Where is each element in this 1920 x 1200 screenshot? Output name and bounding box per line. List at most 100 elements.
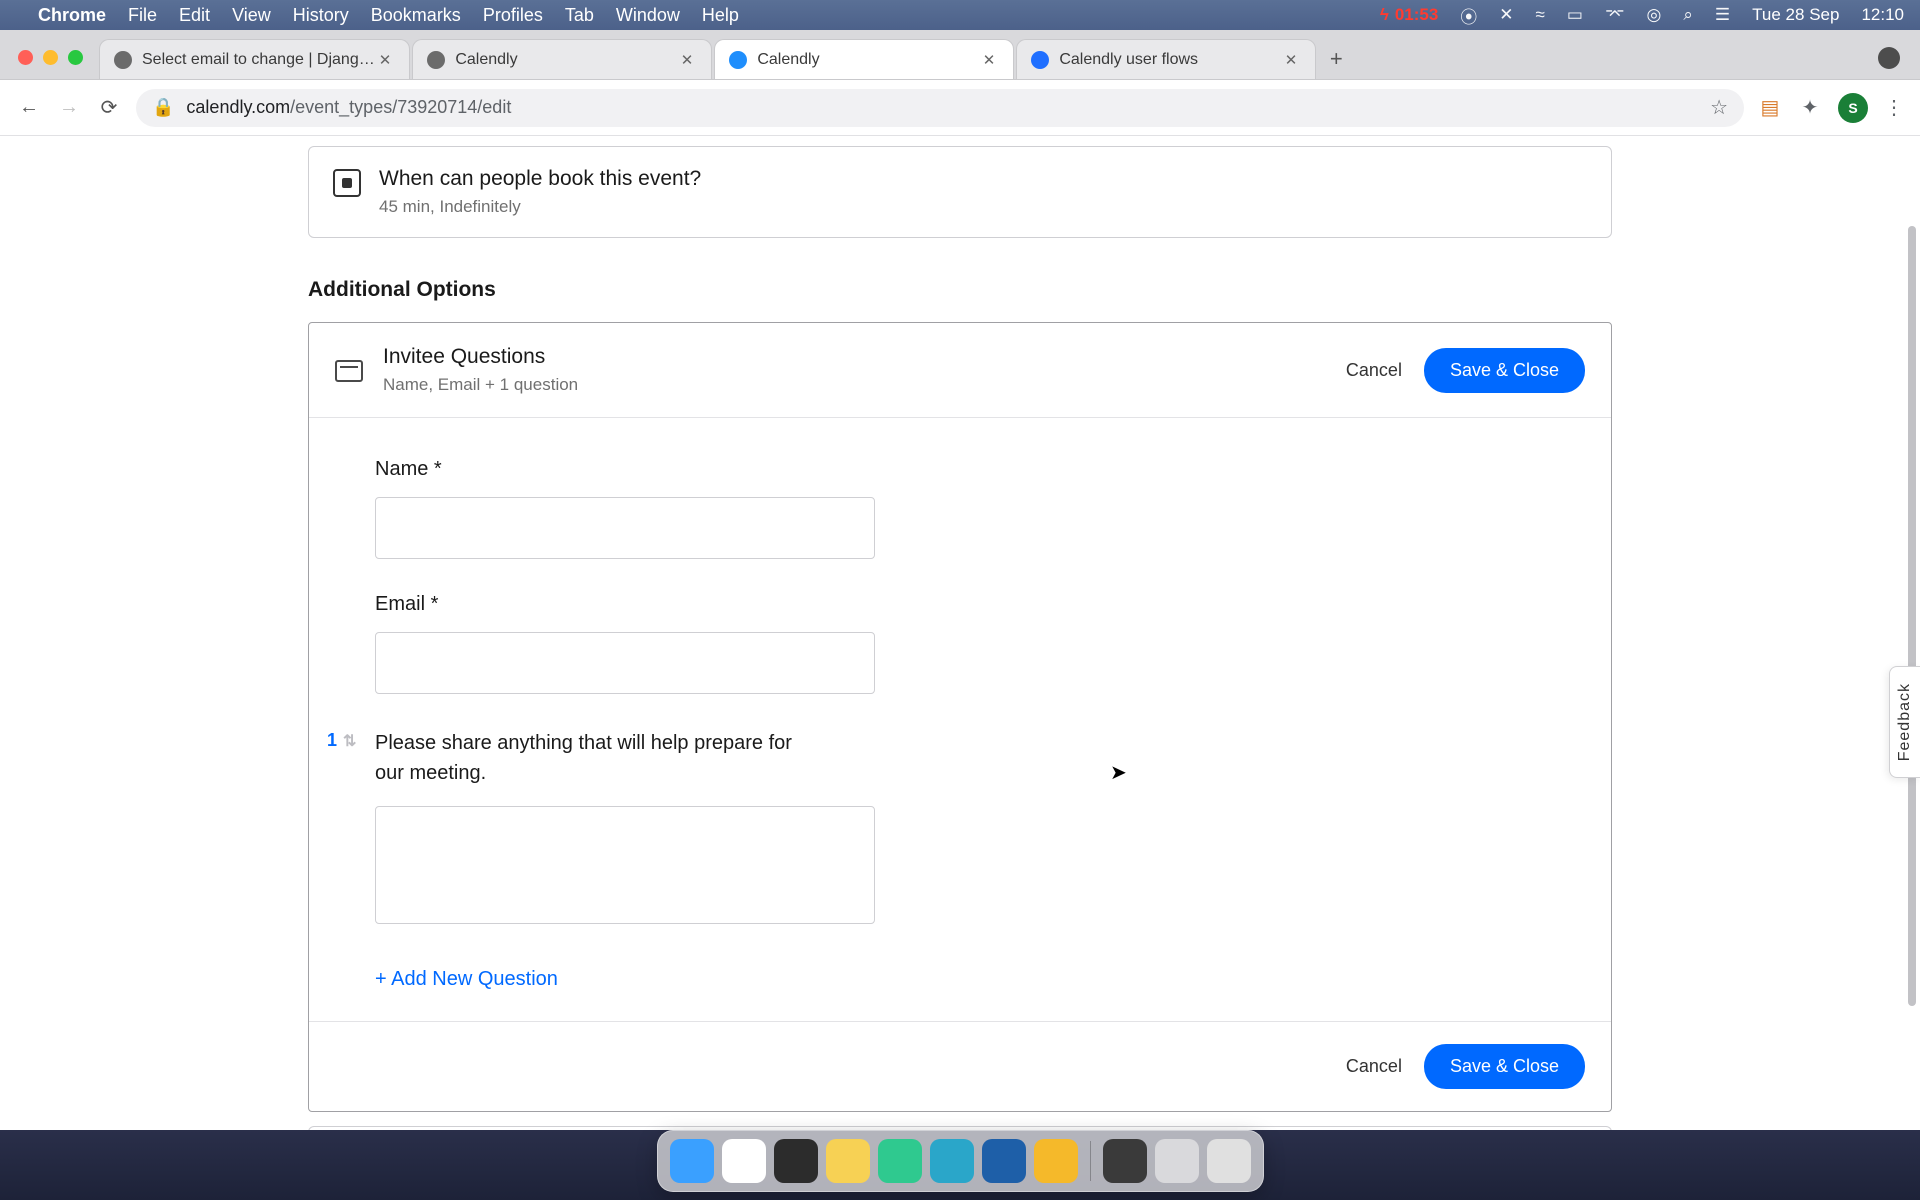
- invitee-questions-header: Invitee Questions Name, Email + 1 questi…: [309, 323, 1611, 418]
- feedback-tab[interactable]: Feedback: [1889, 666, 1920, 778]
- name-input[interactable]: [375, 497, 875, 559]
- page-scrollbar[interactable]: [1908, 226, 1916, 1006]
- menu-profiles[interactable]: Profiles: [483, 5, 543, 26]
- mouse-cursor-icon: ➤: [1110, 760, 1127, 785]
- url-path: /event_types/73920714/edit: [290, 97, 511, 118]
- tab-close-button[interactable]: ✕: [1281, 47, 1302, 73]
- page-viewport: When can people book this event? 45 min,…: [0, 136, 1920, 1200]
- wifi-icon[interactable]: ⌤: [1605, 5, 1625, 25]
- invitee-questions-subtitle: Name, Email + 1 question: [383, 375, 578, 395]
- dock-app-9[interactable]: [1103, 1139, 1147, 1183]
- profile-avatar[interactable]: S: [1838, 93, 1868, 123]
- tab-close-button[interactable]: ✕: [677, 47, 698, 73]
- menu-window[interactable]: Window: [616, 5, 680, 26]
- email-input[interactable]: [375, 632, 875, 694]
- calendar-dot-icon: [333, 169, 361, 197]
- menubar-date[interactable]: Tue 28 Sep: [1752, 5, 1839, 25]
- extension-icon[interactable]: ▤: [1758, 96, 1782, 120]
- macos-dock: [657, 1130, 1264, 1192]
- page-flows-icon: [1031, 51, 1049, 69]
- window-close-button[interactable]: [18, 50, 33, 65]
- invitee-questions-body: Name * Email * 1 ⇅ Please share anything…: [309, 418, 1611, 1021]
- menu-edit[interactable]: Edit: [179, 5, 210, 26]
- tab-title: Select email to change | Djang…: [142, 51, 375, 69]
- invitee-questions-footer: Cancel Save & Close: [309, 1021, 1611, 1111]
- spotlight-icon[interactable]: ⌕: [1683, 5, 1693, 25]
- dock-app-finder[interactable]: [670, 1139, 714, 1183]
- dock-app-7[interactable]: [982, 1139, 1026, 1183]
- status-icon-2[interactable]: ✕: [1499, 5, 1513, 25]
- macos-menubar: Chrome File Edit View History Bookmarks …: [0, 0, 1920, 30]
- dock-app-8[interactable]: [1034, 1139, 1078, 1183]
- name-label: Name *: [375, 458, 1545, 481]
- tab-close-button[interactable]: ✕: [375, 47, 396, 73]
- menubar-time[interactable]: 12:10: [1861, 5, 1904, 25]
- tab-calendly-active[interactable]: Calendly ✕: [714, 39, 1014, 79]
- control-center-icon[interactable]: ◎: [1647, 5, 1662, 25]
- menu-history[interactable]: History: [293, 5, 349, 26]
- status-icon-3[interactable]: ≈: [1536, 5, 1545, 25]
- globe-icon: [114, 51, 132, 69]
- extensions-menu-icon[interactable]: ✦: [1798, 96, 1822, 120]
- globe-icon: [427, 51, 445, 69]
- save-and-close-button[interactable]: Save & Close: [1424, 348, 1585, 393]
- dock-trash[interactable]: [1207, 1139, 1251, 1183]
- chrome-tabstrip: Select email to change | Djang… ✕ Calend…: [0, 30, 1920, 80]
- menu-tab[interactable]: Tab: [565, 5, 594, 26]
- question-number-handle[interactable]: 1 ⇅: [327, 730, 356, 751]
- question-1-textarea[interactable]: [375, 806, 875, 924]
- dock-app-chrome[interactable]: [722, 1139, 766, 1183]
- email-label: Email *: [375, 593, 1545, 616]
- back-button[interactable]: ←: [16, 96, 42, 119]
- drag-handle-icon[interactable]: ⇅: [343, 731, 356, 751]
- dock-app-terminal[interactable]: [774, 1139, 818, 1183]
- reload-button[interactable]: ⟳: [96, 95, 122, 120]
- window-zoom-button[interactable]: [68, 50, 83, 65]
- menu-file[interactable]: File: [128, 5, 157, 26]
- tab-django-admin[interactable]: Select email to change | Djang… ✕: [99, 39, 410, 79]
- email-field: Email *: [375, 593, 1545, 694]
- battery-status[interactable]: ϟ 01:53: [1380, 5, 1438, 25]
- battery-time: 01:53: [1395, 5, 1438, 25]
- battery-icon[interactable]: ▭: [1567, 5, 1583, 25]
- bookmark-star-icon[interactable]: ☆: [1710, 95, 1728, 120]
- tab-title: Calendly user flows: [1059, 51, 1280, 69]
- lock-icon[interactable]: 🔒: [152, 97, 174, 118]
- battery-charging-icon: ϟ: [1380, 5, 1389, 25]
- menu-view[interactable]: View: [232, 5, 271, 26]
- feedback-label: Feedback: [1896, 683, 1914, 761]
- save-and-close-button-footer[interactable]: Save & Close: [1424, 1044, 1585, 1089]
- tab-calendly-1[interactable]: Calendly ✕: [412, 39, 712, 79]
- app-menu[interactable]: Chrome: [38, 5, 106, 26]
- question-number: 1: [327, 730, 337, 751]
- calendly-icon: [729, 51, 747, 69]
- cancel-button-footer[interactable]: Cancel: [1346, 1056, 1402, 1077]
- chrome-menu-icon[interactable]: ⋮: [1884, 95, 1904, 120]
- booking-window-card[interactable]: When can people book this event? 45 min,…: [308, 146, 1612, 238]
- dock-app-10[interactable]: [1155, 1139, 1199, 1183]
- tab-calendly-user-flows[interactable]: Calendly user flows ✕: [1016, 39, 1316, 79]
- dock-app-notes[interactable]: [826, 1139, 870, 1183]
- tab-search-button[interactable]: [1878, 47, 1900, 69]
- add-new-question-link[interactable]: + Add New Question: [375, 968, 558, 991]
- name-field: Name *: [375, 458, 1545, 559]
- cancel-button[interactable]: Cancel: [1346, 360, 1402, 381]
- dock-app-6[interactable]: [930, 1139, 974, 1183]
- question-1-field: 1 ⇅ Please share anything that will help…: [375, 728, 1545, 924]
- question-1-label: Please share anything that will help pre…: [375, 728, 815, 788]
- tab-close-button[interactable]: ✕: [979, 47, 1000, 73]
- additional-options-heading: Additional Options: [308, 278, 1612, 302]
- address-bar[interactable]: 🔒 calendly.com /event_types/73920714/edi…: [136, 89, 1744, 127]
- tab-title: Calendly: [455, 51, 676, 69]
- forward-button[interactable]: →: [56, 96, 82, 119]
- new-tab-button[interactable]: +: [1318, 39, 1354, 79]
- dock-app-5[interactable]: [878, 1139, 922, 1183]
- menu-help[interactable]: Help: [702, 5, 739, 26]
- menu-bookmarks[interactable]: Bookmarks: [371, 5, 461, 26]
- invitee-questions-title: Invitee Questions: [383, 345, 578, 369]
- status-icon-1[interactable]: ⦿: [1460, 3, 1477, 28]
- window-minimize-button[interactable]: [43, 50, 58, 65]
- dock-separator: [1090, 1141, 1091, 1181]
- siri-icon[interactable]: ☰: [1715, 5, 1730, 25]
- window-controls: [18, 50, 83, 65]
